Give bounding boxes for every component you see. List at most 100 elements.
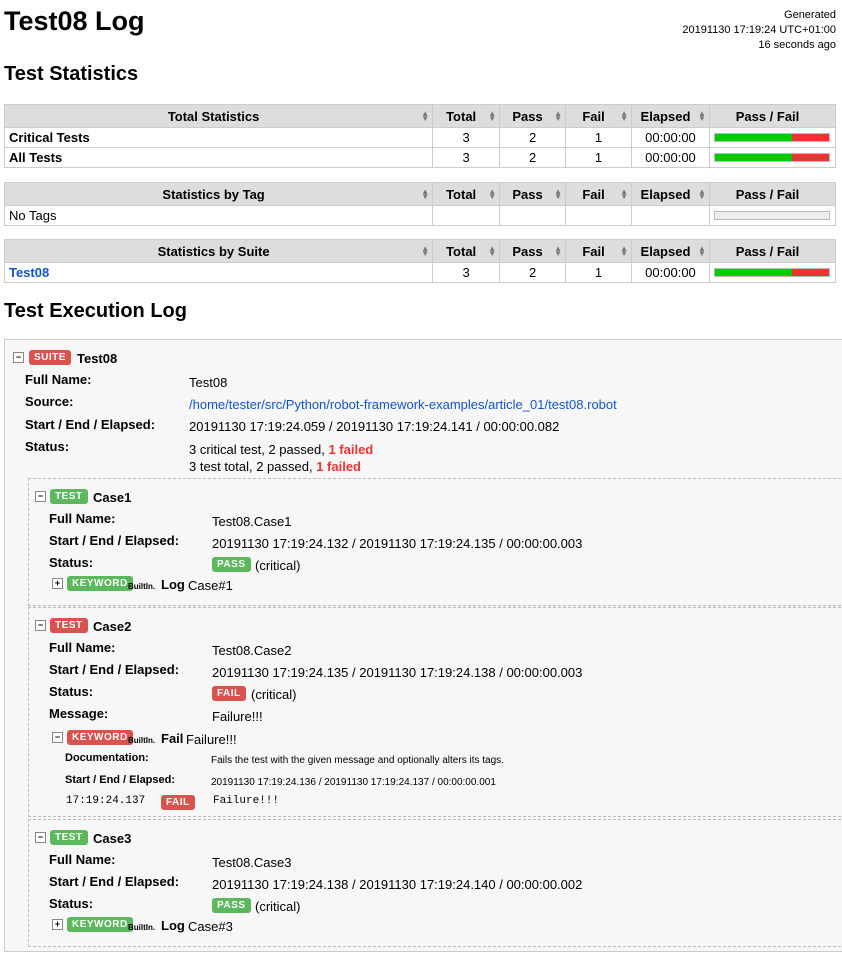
stat-graph	[708, 147, 837, 168]
col-elapsed[interactable]: Elapsed ▲ ▼	[631, 239, 710, 263]
test-full-name: Test08.Case1	[212, 514, 292, 529]
sort-icon: ▲ ▼	[698, 244, 706, 258]
test-label: TEST	[50, 830, 88, 845]
collapse-icon[interactable]: −	[35, 491, 46, 502]
sort-icon: ▲ ▼	[488, 187, 497, 201]
stat-pass: 2	[499, 127, 567, 148]
sort-icon: ▲ ▼	[488, 109, 497, 123]
table-row: No Tags	[3, 205, 837, 226]
suite-statistics-table: Statistics by Suite ▲ ▼ Total ▲ ▼ Pass ▲ ▼ Fai…	[3, 239, 837, 283]
col-total[interactable]: Total ▲ ▼	[432, 182, 501, 206]
test-case1: − TEST Case1 Full Name: Test08.Case1 Sta…	[28, 478, 842, 606]
pass-fail-bar	[714, 153, 831, 162]
status-label: Status:	[49, 555, 94, 570]
pass-fail-bar	[714, 211, 831, 220]
full-name-label: Full Name:	[49, 511, 116, 526]
source-link[interactable]: /home/tester/src/Python/robot-framework-…	[189, 397, 617, 412]
message-text: Failure!!!	[213, 795, 280, 807]
col-fail[interactable]: Fail ▲ ▼	[565, 104, 632, 128]
full-name-label: Full Name:	[49, 640, 116, 655]
col-total-statistics[interactable]: Total Statistics ▲ ▼	[3, 104, 434, 128]
col-pass[interactable]: Pass ▲ ▼	[499, 104, 567, 128]
test-case3: − TEST Case3 Full Name: Test08.Case3 Sta…	[28, 819, 842, 947]
keyword-label: KEYWORD	[67, 576, 133, 591]
keyword-name[interactable]: Fail	[161, 731, 183, 746]
col-elapsed[interactable]: Elapsed ▲ ▼	[631, 104, 710, 128]
stat-elapsed: 00:00:00	[631, 127, 710, 148]
col-suite-statistics[interactable]: Statistics by Suite ▲ ▼	[3, 239, 434, 263]
stat-total: 3	[432, 147, 501, 168]
keyword-args: Case#3	[188, 919, 233, 934]
test-times: 20191130 17:19:24.135 / 20191130 17:19:2…	[212, 665, 583, 680]
generated-label: Generated	[784, 9, 836, 21]
statistics-heading: Test Statistics	[4, 63, 139, 85]
status-label: Status:	[49, 896, 94, 911]
col-passfail[interactable]: Pass / Fail	[708, 239, 837, 263]
full-name-label: Full Name:	[25, 372, 92, 387]
suite-name[interactable]: Test08	[77, 351, 117, 366]
stat-total: 3	[432, 262, 501, 283]
source-label: Source:	[25, 394, 74, 409]
times-label: Start / End / Elapsed:	[25, 417, 156, 432]
critical-text: (critical)	[255, 558, 301, 573]
sort-icon: ▲ ▼	[554, 109, 563, 123]
test-label: TEST	[50, 489, 88, 504]
stat-name: No Tags	[3, 205, 434, 226]
stat-fail: 1	[565, 262, 632, 283]
col-passfail[interactable]: Pass / Fail	[708, 104, 837, 128]
keyword-name[interactable]: Log	[161, 918, 185, 933]
test-times: 20191130 17:19:24.132 / 20191130 17:19:2…	[212, 536, 583, 551]
sort-icon: ▲ ▼	[620, 109, 628, 123]
suite-times: 20191130 17:19:24.059 / 20191130 17:19:2…	[189, 419, 560, 434]
generated-time: 20191130 17:19:24 UTC+01:00	[682, 24, 836, 36]
keyword-name[interactable]: Log	[161, 577, 185, 592]
collapse-icon[interactable]: −	[35, 620, 46, 631]
pass-badge: PASS	[212, 898, 251, 913]
col-total[interactable]: Total ▲ ▼	[432, 104, 501, 128]
expand-icon[interactable]: +	[52, 919, 63, 930]
total-statistics-table: Total Statistics ▲ ▼ Total ▲ ▼ Pass ▲ ▼ Fail ▲ ▼…	[3, 104, 837, 168]
suite-label: SUITE	[29, 350, 71, 365]
stat-pass: 2	[499, 262, 567, 283]
stat-name[interactable]: All Tests	[3, 147, 434, 168]
pass-badge: PASS	[212, 557, 251, 572]
sort-icon: ▲ ▼	[620, 244, 628, 258]
full-name-label: Full Name:	[49, 852, 116, 867]
keyword-args: Case#1	[188, 578, 233, 593]
documentation-label: Documentation:	[65, 752, 149, 764]
stat-graph	[708, 127, 837, 148]
status-label: Status:	[49, 684, 94, 699]
keyword-label: KEYWORD	[67, 730, 133, 745]
execution-log-heading: Test Execution Log	[4, 300, 187, 322]
stat-graph	[708, 205, 837, 226]
sort-icon: ▲ ▼	[620, 187, 628, 201]
col-tag-statistics[interactable]: Statistics by Tag ▲ ▼	[3, 182, 434, 206]
test-message: Failure!!!	[212, 709, 263, 724]
keyword-documentation: Fails the test with the given message an…	[211, 755, 504, 766]
test-name[interactable]: Case2	[93, 619, 131, 634]
message-label: Message:	[49, 706, 109, 721]
keyword-library: BuiltIn.	[128, 923, 156, 932]
col-elapsed[interactable]: Elapsed ▲ ▼	[631, 182, 710, 206]
col-fail[interactable]: Fail ▲ ▼	[565, 239, 632, 263]
sort-icon: ▲ ▼	[488, 244, 497, 258]
collapse-icon[interactable]: −	[52, 732, 63, 743]
sort-icon: ▲ ▼	[554, 244, 563, 258]
sort-icon: ▲ ▼	[421, 244, 430, 258]
stat-name[interactable]: Critical Tests	[3, 127, 434, 148]
test-name[interactable]: Case3	[93, 831, 131, 846]
test-full-name: Test08.Case2	[212, 643, 292, 658]
table-row: Critical Tests 3 2 1 00:00:00	[3, 127, 837, 148]
col-passfail[interactable]: Pass / Fail	[708, 182, 837, 206]
collapse-icon[interactable]: −	[13, 352, 24, 363]
times-label: Start / End / Elapsed:	[49, 874, 180, 889]
col-pass[interactable]: Pass ▲ ▼	[499, 239, 567, 263]
col-fail[interactable]: Fail ▲ ▼	[565, 182, 632, 206]
pass-fail-bar	[714, 133, 831, 142]
suite-link[interactable]: Test08	[3, 262, 434, 283]
collapse-icon[interactable]: −	[35, 832, 46, 843]
expand-icon[interactable]: +	[52, 578, 63, 589]
col-pass[interactable]: Pass ▲ ▼	[499, 182, 567, 206]
col-total[interactable]: Total ▲ ▼	[432, 239, 501, 263]
test-name[interactable]: Case1	[93, 490, 131, 505]
